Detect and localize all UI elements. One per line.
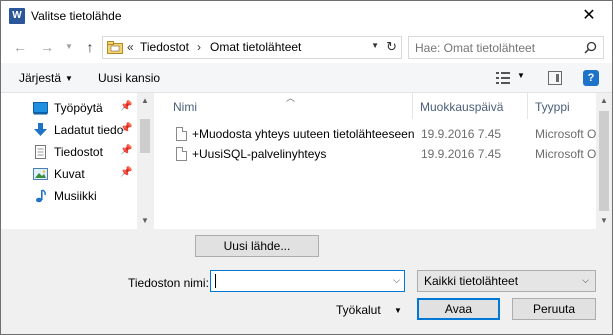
tools-dropdown-icon[interactable]: ▼	[394, 306, 402, 315]
scroll-down-icon[interactable]: ▼	[596, 213, 612, 229]
chevron-down-icon: ▼	[65, 74, 73, 83]
search-icon	[584, 41, 597, 54]
download-icon	[34, 123, 47, 136]
address-dropdown[interactable]: ▼	[371, 41, 379, 50]
breadcrumb-item-omat-tietolahteet[interactable]: Omat tietolähteet	[210, 40, 301, 54]
close-icon: ✕	[582, 7, 596, 24]
column-header-name[interactable]: Nimi	[173, 100, 197, 114]
tools-menu[interactable]: Työkalut	[336, 303, 381, 317]
desktop-icon	[33, 102, 48, 115]
sidebar-scrollbar[interactable]: ▲ ▼	[137, 93, 153, 229]
column-divider[interactable]	[412, 93, 413, 119]
chevron-down-icon[interactable]: ⌵	[393, 275, 400, 286]
sidebar-item-tyopoyta[interactable]: Työpöytä 📌	[1, 97, 137, 119]
filename-combobox[interactable]: ⌵	[210, 270, 405, 292]
pin-icon[interactable]: 📌	[120, 167, 132, 178]
word-app-icon: W	[9, 8, 25, 24]
column-header-date[interactable]: Muokkauspäivä	[420, 100, 503, 114]
window-title: Valitse tietolähde	[31, 9, 122, 23]
sidebar-item-label: Ladatut tiedo	[54, 123, 124, 137]
scrollbar-thumb[interactable]	[599, 111, 609, 211]
file-date: 19.9.2016 7.45	[421, 147, 502, 161]
file-date: 19.9.2016 7.45	[421, 127, 502, 141]
open-button[interactable]: Avaa	[417, 298, 500, 320]
address-bar[interactable]: « Tiedostot › Omat tietolähteet ▼ ↻	[102, 36, 402, 59]
folder-icon	[107, 41, 123, 54]
sort-ascending-icon: ︿	[286, 93, 296, 103]
scroll-down-icon[interactable]: ▼	[137, 213, 153, 229]
music-icon	[36, 189, 46, 203]
scrollbar-thumb[interactable]	[140, 119, 150, 153]
navigation-pane: Työpöytä 📌 Ladatut tiedo 📌 Tiedostot 📌 K…	[1, 93, 153, 229]
dialog-footer: Uusi lähde... Tiedoston nimi: ⌵ Kaikki t…	[1, 229, 612, 334]
organize-menu[interactable]: Järjestä ▼	[19, 71, 73, 85]
up-arrow-icon: ↑	[86, 39, 94, 55]
filename-input[interactable]	[214, 273, 384, 289]
file-name: +UusiSQL-palvelinyhteys	[192, 147, 327, 161]
breadcrumb-separator-icon[interactable]: ›	[197, 40, 201, 54]
navigation-bar: ← → ▼ ↑ « Tiedostot › Omat tietolähteet …	[1, 31, 612, 63]
scroll-up-icon[interactable]: ▲	[137, 93, 153, 109]
column-header-type[interactable]: Tyyppi	[535, 100, 570, 114]
pin-icon[interactable]: 📌	[120, 123, 132, 134]
sidebar-item-tiedostot[interactable]: Tiedostot 📌	[1, 141, 137, 163]
organize-label: Järjestä	[19, 71, 62, 85]
table-row[interactable]: +Muodosta yhteys uuteen tietolähteeseen …	[154, 124, 600, 144]
forward-arrow-icon: →	[40, 39, 54, 55]
file-type-select[interactable]: Kaikki tietolähteet ⌵	[417, 270, 596, 292]
file-type: Microsoft Office	[535, 147, 600, 161]
breadcrumb-item-tiedostot[interactable]: Tiedostot	[140, 40, 189, 54]
file-type: Microsoft Office	[535, 127, 600, 141]
close-button[interactable]: ✕	[566, 1, 612, 31]
sidebar-item-label: Kuvat	[54, 167, 85, 181]
new-source-button[interactable]: Uusi lähde...	[195, 235, 319, 257]
filename-label: Tiedoston nimi:	[128, 276, 209, 290]
scroll-up-icon[interactable]: ▲	[596, 93, 612, 109]
recent-locations-dropdown[interactable]: ▼	[65, 39, 73, 55]
file-type-value: Kaikki tietolähteet	[424, 274, 519, 288]
sidebar-item-kuvat[interactable]: Kuvat 📌	[1, 163, 137, 185]
file-icon	[176, 147, 187, 161]
pin-icon[interactable]: 📌	[120, 101, 132, 112]
search-input[interactable]	[415, 40, 575, 56]
file-dialog-window: W Valitse tietolähde ✕ ← → ▼ ↑ « Tiedost…	[0, 0, 613, 335]
view-dropdown-icon[interactable]: ▼	[517, 71, 525, 80]
cancel-button[interactable]: Peruuta	[512, 298, 596, 320]
file-list-scrollbar[interactable]: ▲ ▼	[596, 93, 612, 229]
help-icon[interactable]: ?	[583, 70, 599, 86]
preview-pane-icon[interactable]	[548, 71, 562, 85]
chevron-down-icon: ⌵	[582, 275, 589, 285]
chevron-down-icon: ▼	[65, 42, 73, 51]
file-name: +Muodosta yhteys uuteen tietolähteeseen	[192, 127, 415, 141]
sidebar-item-label: Musiikki	[54, 189, 97, 203]
file-list: ︿ Nimi Muokkauspäivä Tyyppi +Muodosta yh…	[153, 93, 612, 229]
sidebar-item-label: Työpöytä	[54, 101, 103, 115]
forward-button[interactable]: →	[38, 39, 56, 55]
back-arrow-icon: ←	[13, 39, 27, 55]
back-button[interactable]: ←	[11, 39, 29, 55]
refresh-icon[interactable]: ↻	[386, 39, 397, 55]
up-button[interactable]: ↑	[81, 39, 99, 55]
table-row[interactable]: +UusiSQL-palvelinyhteys 19.9.2016 7.45 M…	[154, 144, 600, 164]
pictures-icon	[33, 168, 48, 180]
sidebar-item-label: Tiedostot	[54, 145, 103, 159]
search-box[interactable]	[408, 36, 604, 59]
command-toolbar: Järjestä ▼ Uusi kansio ▼ ?	[1, 63, 612, 93]
file-icon	[176, 127, 187, 141]
new-folder-button[interactable]: Uusi kansio	[98, 71, 160, 85]
breadcrumb-overflow[interactable]: «	[127, 40, 134, 54]
documents-icon	[35, 145, 46, 159]
title-bar: W Valitse tietolähde ✕	[1, 1, 612, 31]
column-divider[interactable]	[527, 93, 528, 119]
sidebar-item-musiikki[interactable]: Musiikki	[1, 185, 137, 207]
pin-icon[interactable]: 📌	[120, 145, 132, 156]
view-options-icon[interactable]	[496, 72, 510, 84]
sidebar-item-ladatut-tiedostot[interactable]: Ladatut tiedo 📌	[1, 119, 137, 141]
